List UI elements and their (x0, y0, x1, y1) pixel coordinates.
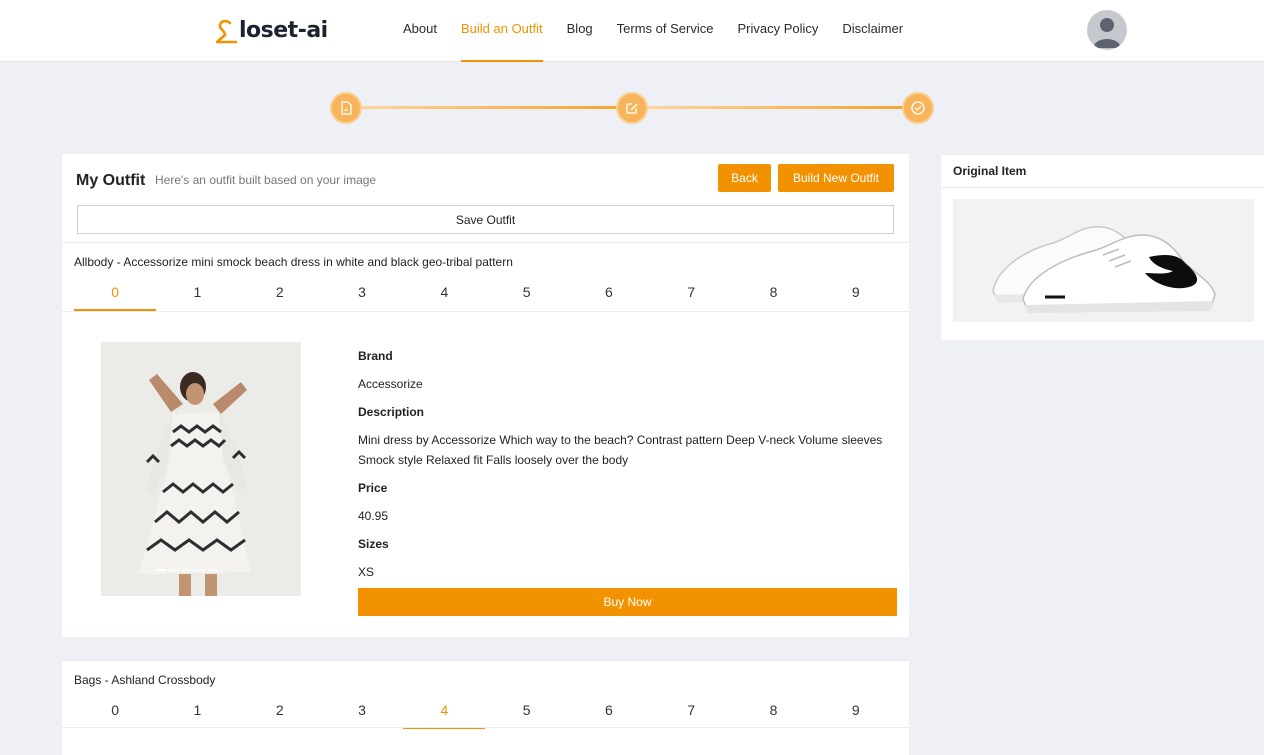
nav-privacy[interactable]: Privacy Policy (737, 0, 818, 62)
product-image[interactable] (101, 342, 301, 596)
description-value: Mini dress by Accessorize Which way to t… (358, 433, 883, 467)
tab-8[interactable]: 8 (732, 693, 814, 729)
outfit-item-card: Bags - Ashland Crossbody 0 1 2 3 4 5 6 7… (62, 660, 909, 755)
document-image-icon (341, 101, 352, 115)
outfit-title: My Outfit (76, 172, 146, 189)
tabs-divider (62, 311, 909, 312)
brand-label: Brand (358, 349, 393, 363)
main-nav: About Build an Outfit Blog Terms of Serv… (403, 0, 927, 62)
divider (941, 187, 1264, 188)
nav-about[interactable]: About (403, 0, 437, 62)
user-avatar[interactable] (1087, 10, 1127, 50)
product-details: Brand Accessorize Description Mini dress… (358, 349, 897, 593)
tab-6[interactable]: 6 (568, 275, 650, 311)
sizes-value: XS (358, 565, 375, 579)
item-tabs: 0 1 2 3 4 5 6 7 8 9 (74, 693, 897, 729)
original-item-title: Original Item (953, 164, 1027, 178)
item-title: Bags - Ashland Crossbody (74, 673, 216, 687)
tab-7[interactable]: 7 (650, 275, 732, 311)
nav-blog[interactable]: Blog (567, 0, 593, 62)
tab-1[interactable]: 1 (156, 275, 238, 311)
description-label: Description (358, 405, 425, 419)
step-connector (646, 106, 904, 109)
tab-0[interactable]: 0 (74, 693, 156, 729)
tab-1[interactable]: 1 (156, 693, 238, 729)
check-circle-icon (911, 101, 925, 115)
item-title: Allbody - Accessorize mini smock beach d… (74, 255, 513, 269)
nav-disclaimer[interactable]: Disclaimer (842, 0, 903, 62)
tab-7[interactable]: 7 (650, 693, 732, 729)
carousel-indicators[interactable] (156, 569, 218, 571)
step-connector (360, 106, 618, 109)
tab-3[interactable]: 3 (321, 275, 403, 311)
step-complete[interactable] (902, 92, 934, 124)
buy-now-button[interactable]: Buy Now (358, 588, 897, 616)
tab-4[interactable]: 4 (403, 693, 486, 729)
item-tabs: 0 1 2 3 4 5 6 7 8 9 (74, 275, 897, 311)
brand-value: Accessorize (358, 377, 423, 391)
outfit-item-card: Allbody - Accessorize mini smock beach d… (62, 242, 909, 637)
back-button[interactable]: Back (718, 164, 771, 192)
logo-hanger-icon (215, 17, 238, 44)
tab-5[interactable]: 5 (485, 275, 567, 311)
edit-icon (626, 103, 638, 114)
build-new-outfit-button[interactable]: Build New Outfit (778, 164, 894, 192)
logo[interactable]: loset-ai (215, 14, 328, 46)
tab-9[interactable]: 9 (815, 693, 897, 729)
original-item-card: Original Item (941, 155, 1264, 340)
tab-2[interactable]: 2 (239, 275, 321, 311)
tab-9[interactable]: 9 (815, 275, 897, 311)
tab-8[interactable]: 8 (732, 275, 814, 311)
tab-3[interactable]: 3 (321, 693, 403, 729)
dress-photo (101, 342, 301, 596)
logo-text: loset-ai (239, 17, 328, 43)
nav-build-outfit[interactable]: Build an Outfit (460, 0, 543, 62)
save-outfit-button[interactable]: Save Outfit (77, 205, 894, 234)
original-item-image[interactable] (953, 199, 1254, 322)
progress-stepper (330, 92, 934, 124)
outfit-header-card: My Outfit Here's an outfit built based o… (62, 154, 909, 242)
tab-2[interactable]: 2 (239, 693, 321, 729)
price-value: 40.95 (358, 509, 389, 523)
tab-0[interactable]: 0 (74, 275, 157, 311)
top-header: loset-ai About Build an Outfit Blog Term… (0, 0, 1264, 62)
tab-4[interactable]: 4 (403, 275, 485, 311)
price-label: Price (358, 481, 388, 495)
tabs-divider (62, 727, 909, 728)
sizes-label: Sizes (358, 537, 389, 551)
step-upload[interactable] (330, 92, 362, 124)
user-silhouette-icon (1093, 18, 1121, 48)
tab-5[interactable]: 5 (485, 693, 567, 729)
nav-terms[interactable]: Terms of Service (617, 0, 714, 62)
outfit-subtitle: Here's an outfit built based on your ima… (155, 173, 377, 187)
step-edit[interactable] (616, 92, 648, 124)
sneaker-photo (953, 199, 1254, 322)
tab-6[interactable]: 6 (568, 693, 650, 729)
